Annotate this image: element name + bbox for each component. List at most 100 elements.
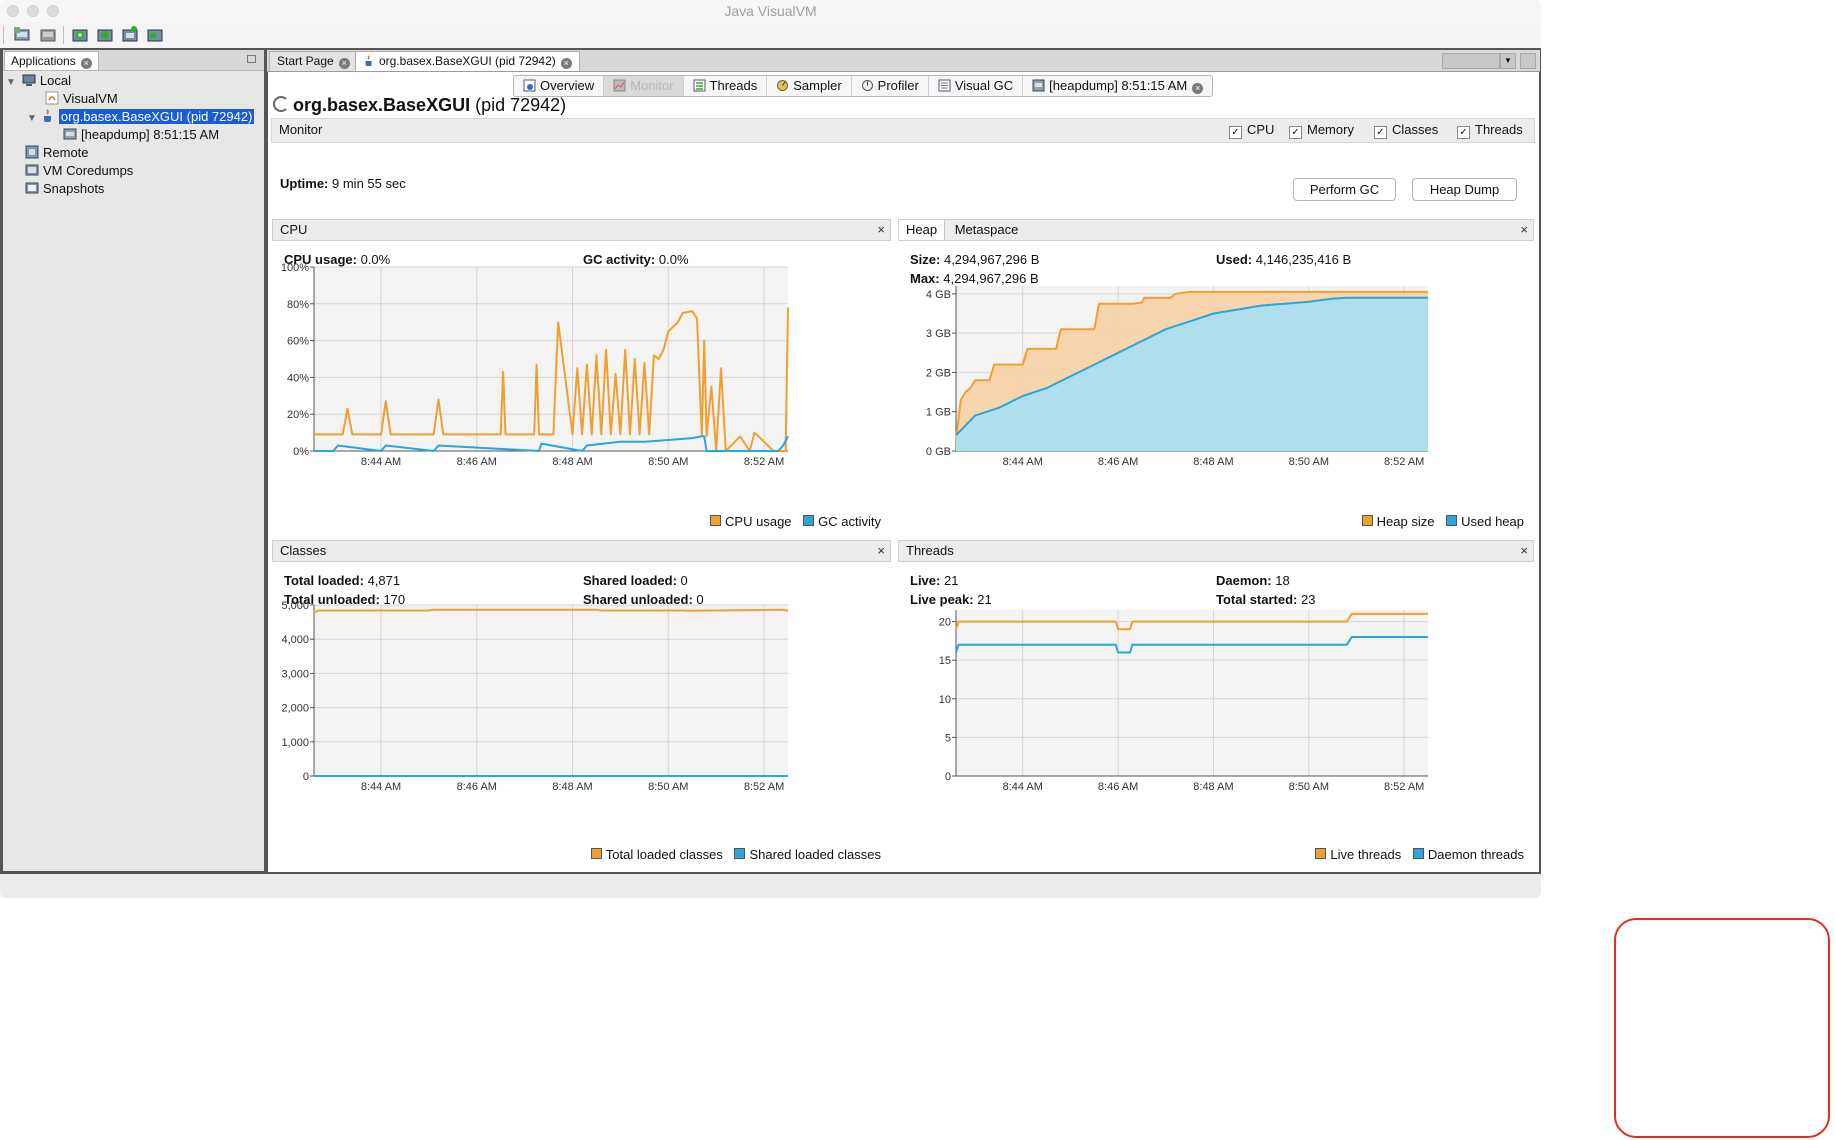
subtab-threads[interactable]: Threads [684, 76, 768, 96]
y-tick-label: 3 GB [926, 328, 951, 340]
subtab-visualgc-label: Visual GC [954, 78, 1014, 93]
tree-node-local[interactable]: ▼ Local [6, 72, 71, 90]
y-tick-label: 1,000 [281, 737, 309, 749]
y-tick-label: 1 GB [926, 407, 951, 419]
thread-dump-icon[interactable] [120, 25, 140, 45]
close-icon[interactable]: × [1192, 83, 1204, 94]
tab-app[interactable]: org.basex.BaseXGUI (pid 72942) × [355, 51, 580, 71]
subtab-sampler[interactable]: Sampler [767, 76, 852, 96]
add-application-icon[interactable] [70, 25, 90, 45]
legend-swatch [1446, 515, 1458, 526]
minimize-panel-icon[interactable] [247, 55, 256, 63]
tree-node-visualvm[interactable]: VisualVM [45, 90, 118, 108]
cpu-chart-legend: CPU usage GC activity [710, 514, 881, 529]
tree-node-app[interactable]: ▼ org.basex.BaseXGUI (pid 72942) [27, 108, 255, 126]
tree-node-heapdump[interactable]: [heapdump] 8:51:15 AM [63, 126, 219, 144]
heap-dump-icon[interactable] [95, 25, 115, 45]
x-tick-label: 8:44 AM [1003, 456, 1043, 468]
x-tick-label: 8:52 AM [1384, 781, 1424, 793]
y-tick-label: 100% [281, 262, 309, 274]
subtab-overview[interactable]: Overview [514, 76, 605, 96]
subtab-visualgc[interactable]: Visual GC [929, 76, 1024, 96]
x-tick-label: 8:46 AM [457, 781, 497, 793]
info-icon [523, 78, 536, 92]
subtab-sampler-label: Sampler [793, 78, 842, 93]
tree-label-app: org.basex.BaseXGUI (pid 72942) [58, 109, 255, 124]
close-icon[interactable]: × [560, 58, 572, 69]
sampler-icon [776, 78, 789, 91]
y-tick-label: 20 [939, 617, 951, 629]
monitor-icon [613, 78, 626, 92]
monitor-label: Monitor [279, 122, 323, 137]
close-icon[interactable]: × [80, 58, 92, 69]
tree-node-coredumps[interactable]: VM Coredumps [25, 162, 133, 180]
tree-node-remote[interactable]: Remote [25, 144, 89, 162]
tree-label-remote: Remote [43, 145, 89, 160]
classes-chart-legend: Total loaded classes Shared loaded class… [590, 847, 881, 862]
checkmark-icon: ✓ [1289, 126, 1302, 139]
threads-checkbox[interactable]: ✓ Threads [1457, 122, 1523, 139]
checkmark-icon: ✓ [1457, 126, 1470, 139]
y-tick-label: 0% [293, 446, 309, 458]
view-subtabs: Overview Monitor Threads Sampler Profile… [513, 75, 1214, 97]
subtab-profiler-label: Profiler [877, 78, 919, 93]
java-app-icon [45, 91, 59, 105]
expand-triangle-icon[interactable]: ▼ [6, 77, 16, 88]
x-tick-label: 8:46 AM [1098, 456, 1138, 468]
legend-swatch [803, 515, 815, 526]
applications-panel-header: Applications × [3, 50, 264, 71]
perform-gc-button[interactable]: Perform GC [1293, 178, 1396, 201]
x-tick-label: 8:46 AM [457, 456, 497, 468]
memory-checkbox[interactable]: ✓ Memory [1289, 122, 1354, 139]
x-tick-label: 8:52 AM [744, 456, 784, 468]
tab-navigation-buttons[interactable] [1442, 53, 1500, 69]
profiler-icon [861, 78, 874, 91]
x-tick-label: 8:44 AM [1003, 781, 1043, 793]
legend-swatch [1412, 848, 1424, 859]
monitor-header: Monitor ✓ CPU ✓ Memory ✓ Classes ✓ Threads [271, 118, 1535, 143]
tab-start-page[interactable]: Start Page × [269, 51, 358, 71]
tree-label-local: Local [39, 73, 71, 88]
window-title: Java VisualVM [724, 3, 817, 19]
close-icon[interactable]: × [338, 58, 350, 69]
uptime-value: 9 min 55 sec [332, 176, 406, 191]
y-tick-label: 20% [287, 409, 309, 421]
tab-list-dropdown-icon[interactable]: ▼ [1500, 53, 1516, 69]
profiler-snapshot-icon[interactable] [145, 25, 165, 45]
y-tick-label: 0 [945, 771, 951, 783]
x-tick-label: 8:46 AM [1098, 781, 1138, 793]
heapdump-icon [1032, 78, 1045, 92]
tree-node-snapshots[interactable]: Snapshots [25, 180, 104, 198]
subtab-overview-label: Overview [540, 78, 595, 93]
legend-total-loaded: Total loaded classes [605, 847, 723, 862]
x-tick-label: 8:48 AM [552, 456, 592, 468]
maximize-icon[interactable] [1520, 53, 1536, 69]
y-tick-label: 4 GB [926, 289, 951, 301]
y-tick-label: 0 [303, 771, 309, 783]
x-tick-label: 8:50 AM [648, 781, 688, 793]
checkmark-icon: ✓ [1374, 126, 1387, 139]
legend-daemon-threads: Daemon threads [1427, 847, 1524, 862]
legend-swatch [590, 848, 602, 859]
y-tick-label: 5,000 [281, 600, 309, 612]
y-tick-label: 2 GB [926, 367, 951, 379]
visualgc-icon [938, 78, 951, 92]
applications-tab[interactable]: Applications × [4, 51, 99, 70]
subtab-profiler[interactable]: Profiler [852, 76, 929, 96]
add-snapshot-icon[interactable] [38, 25, 58, 45]
cpu-checkbox[interactable]: ✓ CPU [1229, 122, 1274, 139]
snapshot-icon [25, 181, 39, 195]
add-jmx-connection-icon[interactable] [12, 25, 32, 45]
plot-area [314, 605, 788, 776]
subtab-heapdump[interactable]: [heapdump] 8:51:15 AM × [1023, 76, 1212, 96]
classes-checkbox[interactable]: ✓ Classes [1374, 122, 1438, 139]
legend-live-threads: Live threads [1330, 847, 1402, 862]
spinner-icon [273, 96, 289, 112]
cpu-chart: 8:44 AM 8:46 AM 8:48 AM 8:50 AM 8:52 AM 0% 20%… [281, 262, 789, 468]
y-tick-label: 40% [287, 372, 309, 384]
legend-shared-loaded: Shared loaded classes [749, 847, 881, 862]
x-tick-label: 8:50 AM [1289, 456, 1329, 468]
expand-triangle-icon[interactable]: ▼ [27, 113, 37, 124]
subtab-monitor[interactable]: Monitor [604, 76, 684, 96]
heap-dump-button[interactable]: Heap Dump [1412, 178, 1517, 201]
